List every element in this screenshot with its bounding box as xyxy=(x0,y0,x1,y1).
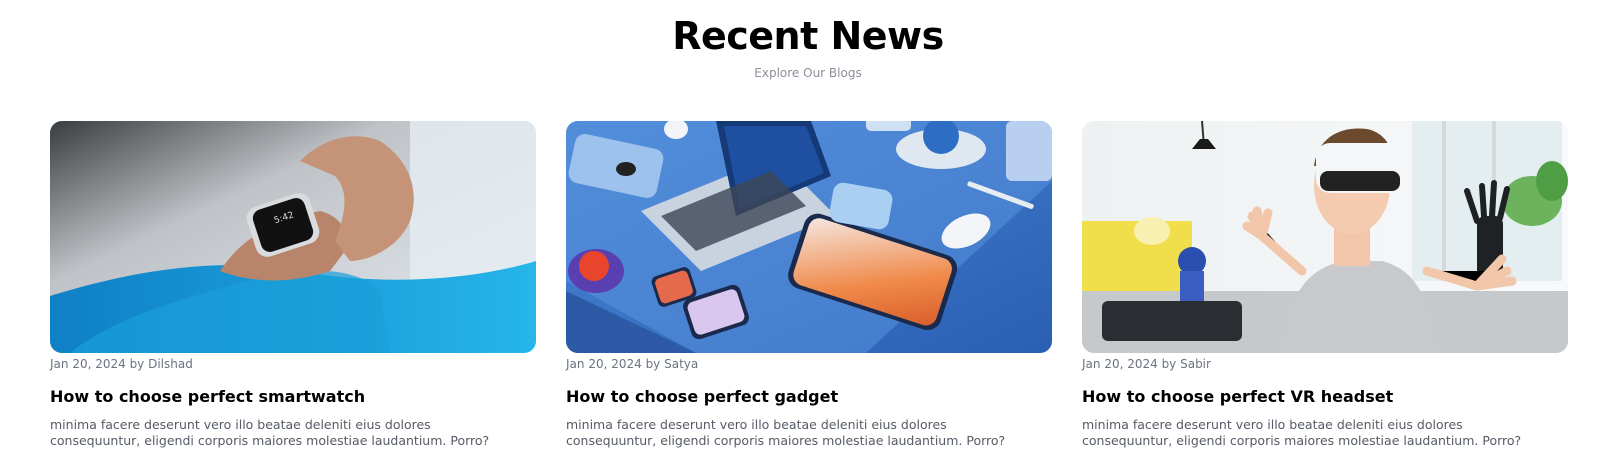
post-excerpt: minima facere deserunt vero illo beatae … xyxy=(1082,417,1522,448)
page-subtitle: Explore Our Blogs xyxy=(754,66,862,80)
news-card-list: 5:42 Jan 20, 2024 by Dilshad How to choo… xyxy=(50,121,1568,449)
gadgets-image[interactable] xyxy=(566,121,1052,353)
news-card[interactable]: 5:42 Jan 20, 2024 by Dilshad How to choo… xyxy=(50,121,536,449)
post-title[interactable]: How to choose perfect smartwatch xyxy=(50,387,536,407)
smartwatch-image[interactable]: 5:42 xyxy=(50,121,536,353)
vr-headset-image[interactable] xyxy=(1082,121,1568,353)
post-title[interactable]: How to choose perfect VR headset xyxy=(1082,387,1568,407)
post-excerpt: minima facere deserunt vero illo beatae … xyxy=(566,417,1006,448)
post-title[interactable]: How to choose perfect gadget xyxy=(566,387,1052,407)
news-card[interactable]: Jan 20, 2024 by Sabir How to choose perf… xyxy=(1082,121,1568,449)
section-header: Recent News Explore Our Blogs xyxy=(0,0,1616,80)
page-title: Recent News xyxy=(672,14,944,58)
post-meta: Jan 20, 2024 by Satya xyxy=(566,357,699,371)
post-meta: Jan 20, 2024 by Dilshad xyxy=(50,357,193,371)
post-meta: Jan 20, 2024 by Sabir xyxy=(1082,357,1211,371)
news-card[interactable]: Jan 20, 2024 by Satya How to choose perf… xyxy=(566,121,1052,449)
post-excerpt: minima facere deserunt vero illo beatae … xyxy=(50,417,490,448)
